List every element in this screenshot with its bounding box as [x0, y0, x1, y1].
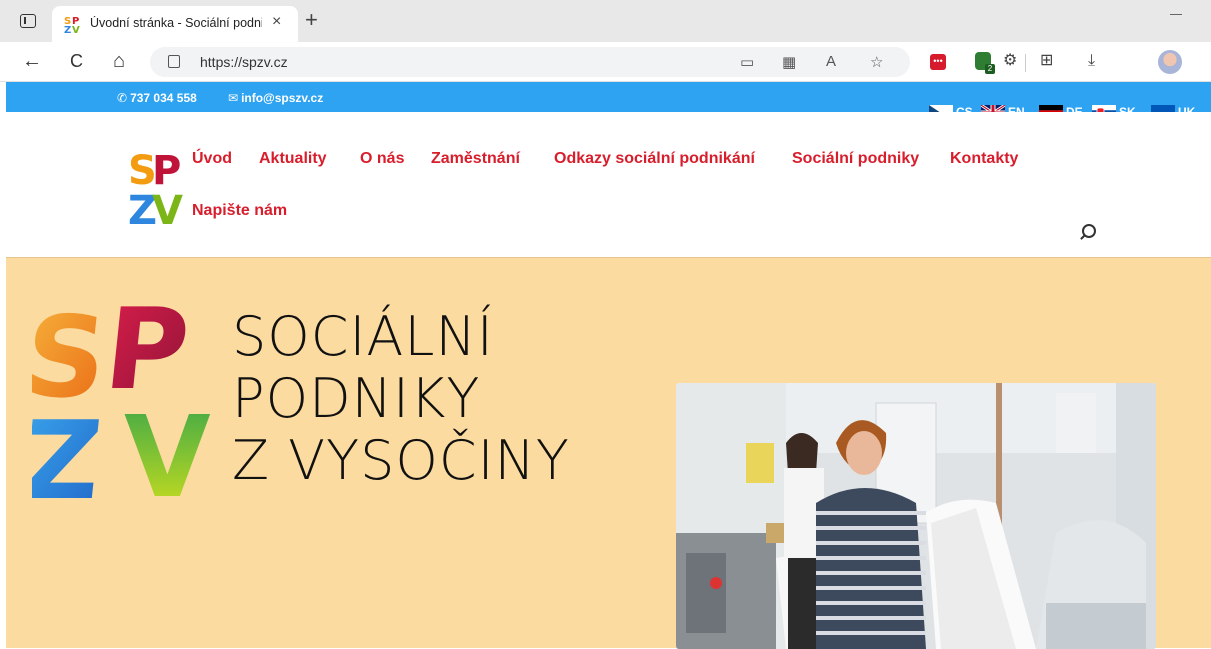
browser-tab-bar: S P Z V Úvodní stránka - Sociální podnik…	[0, 0, 1211, 42]
collections-icon[interactable]: ⊞	[1040, 51, 1053, 71]
new-tab-button[interactable]: +	[305, 9, 318, 31]
add-favorite-icon[interactable]: ☆	[870, 53, 883, 71]
nav-uvod[interactable]: Úvod	[192, 150, 232, 168]
email-link[interactable]: ✉ info@spszv.cz	[228, 91, 323, 105]
hero-title-line-3: Z VYSOČINY	[232, 429, 570, 492]
qr-code-icon[interactable]: ▦	[782, 53, 796, 71]
site-info-icon[interactable]	[168, 55, 180, 68]
search-icon[interactable]	[1082, 224, 1096, 238]
minimize-icon[interactable]	[1170, 14, 1182, 15]
phone-icon: ✆	[117, 91, 128, 105]
address-bar[interactable]: https://spzv.cz ▭ ▦ A ☆	[150, 47, 910, 77]
hero-logo: S P Z V	[32, 292, 211, 502]
logo-letter-v: V	[124, 393, 211, 502]
svg-text:V: V	[152, 188, 183, 226]
downloads-icon[interactable]: ⤓	[1088, 51, 1095, 71]
url-text[interactable]: https://spzv.cz	[200, 54, 288, 70]
nav-napiste-nam[interactable]: Napište nám	[192, 202, 287, 220]
envelope-icon: ✉	[228, 91, 239, 105]
reload-button[interactable]: C	[70, 50, 83, 72]
toolbar-divider	[1025, 54, 1026, 72]
svg-text:V: V	[72, 25, 80, 33]
svg-text:Z: Z	[64, 25, 71, 33]
nav-o-nas[interactable]: O nás	[360, 150, 404, 168]
tab-close-button[interactable]: ×	[272, 13, 281, 31]
nav-kontakty[interactable]: Kontakty	[950, 150, 1018, 168]
app-available-icon[interactable]: ▭	[740, 53, 754, 71]
spzv-logo[interactable]: S P Z V	[128, 146, 188, 226]
hero-title-line-2: PODNIKY	[232, 367, 481, 430]
hero-title-line-1: SOCIÁLNÍ	[232, 305, 494, 368]
nav-odkazy[interactable]: Odkazy sociální podnikání	[554, 150, 755, 168]
main-navigation: S P Z V Úvod Aktuality O nás Zaměstnání …	[6, 112, 1211, 257]
site-favicon-icon: S P Z V	[64, 16, 80, 33]
browser-tab[interactable]: S P Z V Úvodní stránka - Sociální podnik…	[52, 6, 298, 42]
phone-link[interactable]: ✆ 737 034 558	[117, 91, 197, 105]
laundry-workers-photo	[676, 383, 1156, 649]
nav-zamestnani[interactable]: Zaměstnání	[431, 150, 520, 168]
extension-red-icon[interactable]: •••	[930, 54, 946, 70]
back-button[interactable]: ←	[22, 50, 42, 72]
contact-topbar: ✆737 034 558 ✉info@spszv.cz CS EN DE SK …	[6, 82, 1211, 121]
nav-aktuality[interactable]: Aktuality	[259, 150, 327, 168]
extension-badge: 2	[985, 64, 995, 74]
browser-toolbar: ← C ⌂ https://spzv.cz ▭ ▦ A ☆ ••• 2 ⚙ ⊞ …	[0, 42, 1211, 82]
profile-avatar[interactable]	[1158, 50, 1182, 74]
home-button[interactable]: ⌂	[113, 50, 125, 72]
extensions-icon[interactable]: ⚙	[1003, 51, 1017, 71]
web-page: ✆737 034 558 ✉info@spszv.cz CS EN DE SK …	[6, 82, 1211, 649]
email-address: info@spszv.cz	[241, 91, 324, 105]
hero-section: S P Z V SOCIÁLNÍ PODNIKY Z VYSOČINY	[6, 257, 1211, 649]
read-aloud-icon[interactable]: A	[826, 53, 836, 70]
nav-socialni-podniky[interactable]: Sociální podniky	[792, 150, 919, 168]
sidebar-toggle-icon[interactable]	[20, 14, 36, 28]
tab-title: Úvodní stránka - Sociální podnik	[90, 16, 262, 30]
logo-letter-z: Z	[32, 397, 107, 502]
phone-number: 737 034 558	[130, 91, 197, 105]
hero-title: SOCIÁLNÍ PODNIKY Z VYSOČINY	[232, 306, 570, 492]
